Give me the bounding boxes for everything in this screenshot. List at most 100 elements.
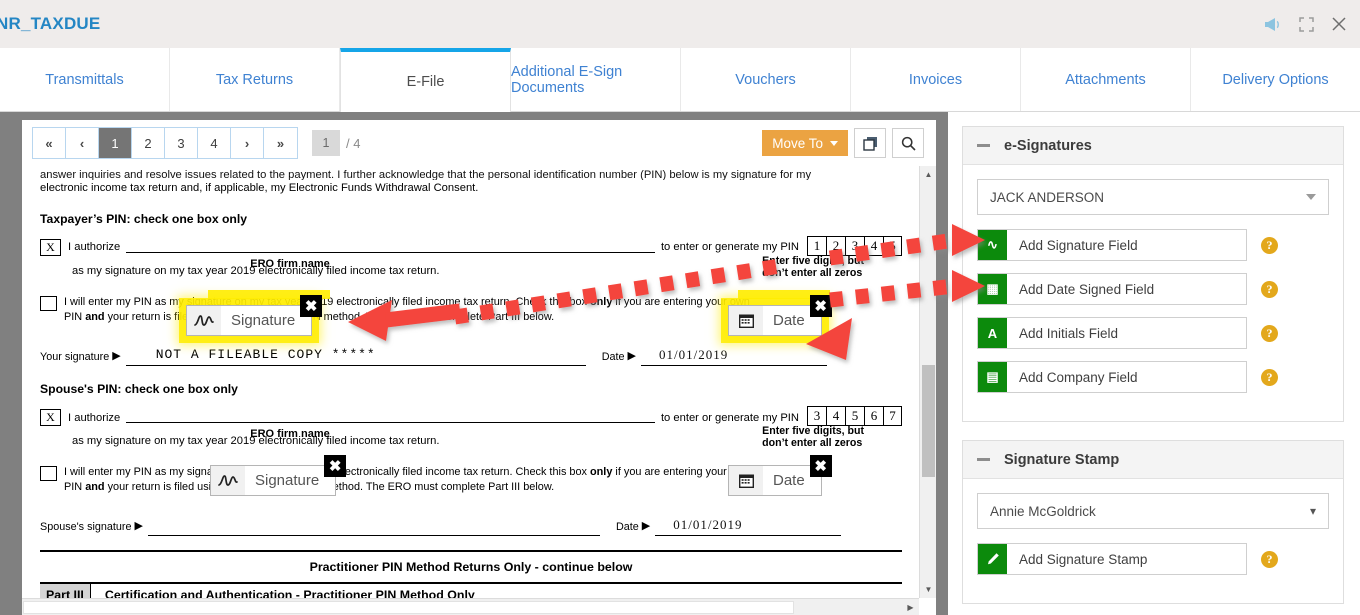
move-to-label: Move To: [772, 135, 823, 151]
pointer-triangle-icon: ▶: [641, 520, 651, 533]
action-label: Add Date Signed Field: [1019, 281, 1155, 297]
close-icon[interactable]: ✖: [809, 455, 832, 477]
page-button-4[interactable]: 4: [198, 128, 231, 158]
tab-transmittals[interactable]: Transmittals: [0, 48, 170, 111]
scroll-up-icon[interactable]: ▲: [920, 166, 936, 183]
collapse-minus-icon[interactable]: [977, 458, 990, 461]
taxpayer-date-field[interactable]: Date ✖: [728, 295, 832, 336]
page-button-2[interactable]: 2: [132, 128, 165, 158]
add-signature-stamp-row: Add Signature Stamp ?: [977, 543, 1329, 575]
stamp-select[interactable]: Annie McGoldrick ▾: [977, 493, 1329, 529]
megaphone-icon[interactable]: [1264, 17, 1281, 32]
next-page-button[interactable]: ›: [231, 128, 264, 158]
fullscreen-icon[interactable]: [1299, 16, 1314, 32]
close-icon[interactable]: ✖: [324, 455, 347, 477]
add-date-signed-field-button[interactable]: ▦ Add Date Signed Field: [977, 273, 1247, 305]
spouse-pin-note: Enter five digits, but don’t enter all z…: [762, 424, 864, 449]
vertical-scroll-thumb[interactable]: [922, 364, 935, 478]
horizontal-scrollbar[interactable]: ▶: [22, 598, 919, 615]
pin-digit: 6: [864, 405, 883, 426]
pin-digit: 2: [826, 235, 845, 256]
help-icon[interactable]: ?: [1261, 550, 1278, 568]
close-icon[interactable]: ✖: [809, 295, 832, 317]
tab-vouchers[interactable]: Vouchers: [681, 48, 851, 111]
add-initials-field-button[interactable]: A Add Initials Field: [977, 317, 1247, 349]
spouse-authorize-checkbox[interactable]: X: [40, 408, 61, 426]
add-company-field-row: ▤ Add Company Field?: [977, 361, 1329, 393]
spouse-own-pin-text: I will enter my PIN as my signature on m…: [64, 465, 750, 494]
signature-stamp-panel-body: Annie McGoldrick ▾ Add Signature Stamp ?: [963, 479, 1343, 603]
tab-tax-returns[interactable]: Tax Returns: [170, 48, 340, 111]
signature-stamp-panel-header[interactable]: Signature Stamp: [963, 441, 1343, 479]
spouse-signature-field[interactable]: Signature ✖: [210, 455, 347, 496]
scroll-right-icon[interactable]: ▶: [902, 599, 919, 615]
spouse-own-pin-checkbox[interactable]: [40, 465, 57, 481]
help-icon[interactable]: ?: [1261, 236, 1278, 254]
close-icon[interactable]: [1332, 17, 1346, 31]
taxpayer-authorize-row: X I authorize to enter or generate my PI…: [40, 235, 902, 256]
add-company-field-button[interactable]: ▤ Add Company Field: [977, 361, 1247, 393]
prev-page-button[interactable]: ‹: [66, 128, 99, 158]
pin-digit: 7: [883, 405, 902, 426]
esignatures-panel-header[interactable]: e-Signatures: [963, 127, 1343, 165]
help-icon[interactable]: ?: [1261, 368, 1278, 386]
esignatures-panel-body: JACK ANDERSON ∿ Add Signature Field? ▦ Add …: [963, 165, 1343, 421]
page-number-input[interactable]: 1: [312, 130, 340, 156]
tab-label: E-File: [406, 73, 445, 90]
vertical-scrollbar[interactable]: ▲ ▼: [919, 166, 936, 598]
window-title: NR_TAXDUE: [0, 14, 101, 33]
tab-label: Vouchers: [735, 71, 796, 88]
tab-invoices[interactable]: Invoices: [851, 48, 1021, 111]
add-signature-stamp-button[interactable]: Add Signature Stamp: [977, 543, 1247, 575]
page-button-1[interactable]: 1: [99, 128, 132, 158]
document-scroll-area[interactable]: answer inquiries and resolve issues rela…: [22, 166, 936, 615]
last-page-button[interactable]: »: [264, 128, 297, 158]
taxpayer-signature-field-label: Signature: [231, 312, 296, 329]
pagination-group: « ‹ 1 2 3 4 › »: [32, 127, 298, 159]
spouse-signature-row: Spouse's signature ▶ Date ▶ 01/01/2019: [40, 510, 902, 537]
search-icon[interactable]: [892, 128, 924, 158]
spouse-signature-line: [147, 516, 600, 537]
pencil-icon: [978, 544, 1007, 574]
spouse-pin-heading: Spouse's PIN: check one box only: [40, 382, 238, 397]
taxpayer-pin-heading: Taxpayer’s PIN: check one box only: [40, 212, 248, 227]
practitioner-note: Practitioner PIN Method Returns Only - c…: [309, 560, 633, 575]
esignature-action-list: ∿ Add Signature Field? ▦ Add Date Signed Fi…: [977, 229, 1329, 393]
taxpayer-authorize-checkbox[interactable]: X: [40, 238, 61, 256]
copy-pages-icon[interactable]: [854, 128, 886, 158]
tab-label: Delivery Options: [1222, 71, 1329, 88]
scroll-down-icon[interactable]: ▼: [920, 581, 936, 598]
page-toolbar: « ‹ 1 2 3 4 › » 1 / 4 Move To: [22, 120, 936, 166]
taxpayer-signature-field[interactable]: Signature ✖: [186, 295, 323, 336]
help-icon[interactable]: ?: [1261, 280, 1278, 298]
add-date-signed-field-row: ▦ Add Date Signed Field?: [977, 273, 1329, 305]
tab-e-file[interactable]: E-File: [340, 48, 511, 112]
signer-dropdown[interactable]: JACK ANDERSON: [977, 179, 1329, 215]
taxpayer-signature-line: NOT A FILEABLE COPY *****: [125, 346, 586, 367]
taxpayer-signature-row: Your signature ▶ NOT A FILEABLE COPY ***…: [40, 340, 902, 367]
chevron-down-icon: [1306, 194, 1316, 200]
tab-additional-e-sign-documents[interactable]: Additional E-Sign Documents: [511, 48, 681, 111]
help-icon[interactable]: ?: [1261, 324, 1278, 342]
spouse-signature-field-label: Signature: [255, 472, 320, 489]
taxpayer-own-pin-checkbox[interactable]: [40, 295, 57, 311]
move-to-button[interactable]: Move To: [762, 130, 848, 156]
page-button-3[interactable]: 3: [165, 128, 198, 158]
main-content: « ‹ 1 2 3 4 › » 1 / 4 Move To answer inq…: [0, 112, 1360, 615]
add-signature-stamp-label: Add Signature Stamp: [1019, 551, 1148, 567]
horizontal-scroll-thumb[interactable]: [23, 601, 795, 614]
close-icon[interactable]: ✖: [300, 295, 323, 317]
calendar-icon: [729, 466, 763, 495]
first-page-button[interactable]: «: [33, 128, 66, 158]
taxpayer-own-pin-text: I will enter my PIN as my signature on m…: [64, 295, 750, 324]
tab-delivery-options[interactable]: Delivery Options: [1191, 48, 1360, 111]
tab-attachments[interactable]: Attachments: [1021, 48, 1191, 111]
collapse-minus-icon[interactable]: [977, 144, 990, 147]
add-signature-field-button[interactable]: ∿ Add Signature Field: [977, 229, 1247, 261]
pin-digit: 3: [807, 405, 826, 426]
pin-digit: 5: [845, 405, 864, 426]
spouse-date-field[interactable]: Date ✖: [728, 455, 832, 496]
signature-glyph-icon: [187, 306, 221, 335]
spouse-authorize-row: X I authorize to enter or generate my PI…: [40, 405, 902, 426]
taxpayer-pin-prompt: to enter or generate my PIN: [660, 241, 799, 254]
